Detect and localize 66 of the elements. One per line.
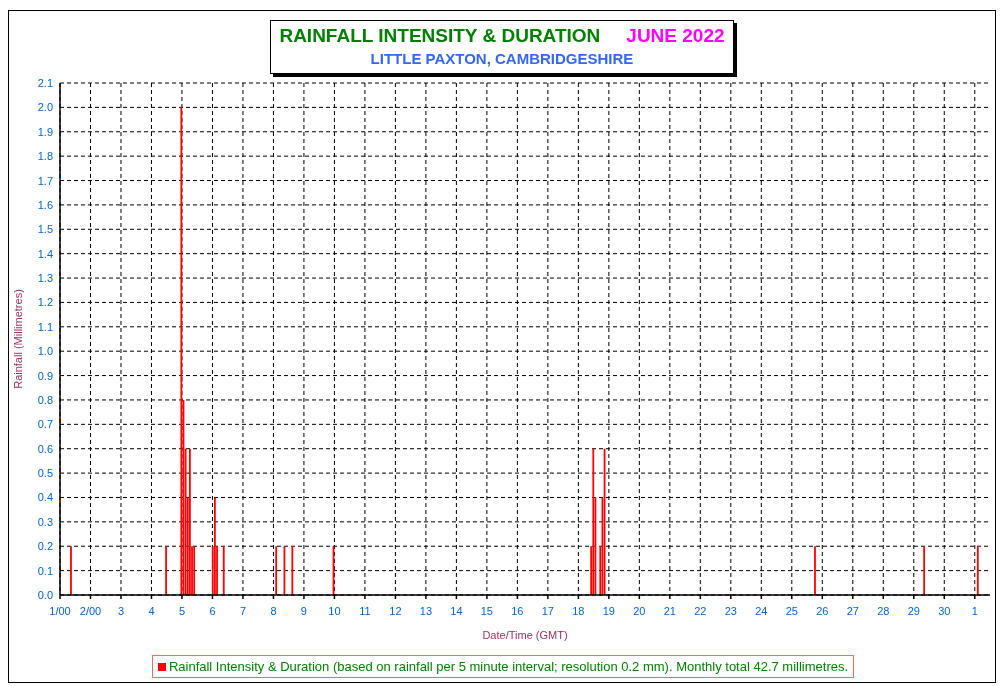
rainfall-bar bbox=[222, 546, 225, 595]
x-tick-label: 2/00 bbox=[79, 605, 102, 617]
x-tick-label: 19 bbox=[602, 605, 615, 617]
x-tick-label: 17 bbox=[541, 605, 554, 617]
y-tick-label: 2.0 bbox=[37, 101, 53, 114]
y-tick-label: 1.4 bbox=[37, 247, 53, 260]
x-tick-label: 18 bbox=[572, 605, 585, 617]
x-axis-title: Date/Time (GMT) bbox=[482, 629, 568, 641]
x-tick-label: 11 bbox=[359, 605, 371, 617]
y-tick-label: 1.8 bbox=[37, 150, 53, 163]
x-tick-label: 23 bbox=[724, 605, 737, 617]
rainfall-bar bbox=[291, 546, 294, 595]
x-tick-label: 25 bbox=[785, 605, 798, 617]
y-tick-label: 1.3 bbox=[37, 272, 53, 285]
y-tick-label: 0.6 bbox=[37, 442, 53, 455]
y-tick-label: 1.6 bbox=[37, 198, 53, 211]
x-tick-label: 1/00 bbox=[49, 605, 71, 617]
x-tick-label: 6 bbox=[209, 605, 216, 617]
y-tick-label: 0.0 bbox=[37, 589, 53, 601]
rainfall-bar bbox=[283, 546, 286, 595]
y-tick-label: 0.2 bbox=[37, 540, 53, 553]
y-tick-label: 0.4 bbox=[37, 491, 53, 504]
y-tick-label: 0.3 bbox=[37, 515, 53, 528]
x-tick-label: 5 bbox=[178, 605, 186, 617]
y-tick-label: 0.8 bbox=[37, 393, 53, 406]
y-axis-title: Rainfall (Millimetres) bbox=[12, 289, 24, 389]
y-tick-label: 0.7 bbox=[37, 418, 53, 431]
x-tick-label: 7 bbox=[239, 605, 246, 617]
x-tick-label: 20 bbox=[633, 605, 646, 617]
x-tick-label: 16 bbox=[511, 605, 524, 617]
y-tick-label: 1.2 bbox=[37, 296, 53, 309]
y-tick-label: 1.9 bbox=[37, 125, 53, 138]
chart-period: JUNE 2022 bbox=[626, 25, 725, 47]
y-tick-label: 0.5 bbox=[37, 467, 53, 480]
rainfall-bar bbox=[976, 546, 979, 595]
legend-text: Rainfall Intensity & Duration (based on rainfall per 5 minute interval; resolution 0.2 mm). Monthly total 42.7 millimetres. bbox=[168, 659, 849, 674]
y-tick-label: 1.5 bbox=[37, 223, 53, 236]
y-tick-label: 0.9 bbox=[37, 369, 53, 382]
x-tick-label: 13 bbox=[419, 605, 433, 617]
x-tick-label: 15 bbox=[480, 605, 493, 617]
chart-subtitle: LITTLE PAXTON, CAMBRIDGESHIRE bbox=[370, 50, 634, 67]
y-tick-label: 0.1 bbox=[37, 564, 53, 577]
rainfall-bar bbox=[275, 546, 278, 595]
x-tick-label: 14 bbox=[450, 605, 463, 617]
x-tick-label: 3 bbox=[117, 605, 125, 617]
x-tick-label: 28 bbox=[877, 605, 890, 617]
x-tick-label: 29 bbox=[907, 605, 920, 617]
y-tick-label: 1.0 bbox=[37, 345, 53, 358]
x-tick-label: 27 bbox=[846, 605, 859, 617]
y-tick-label: 2.1 bbox=[37, 77, 53, 89]
x-tick-label: 1 bbox=[971, 605, 978, 617]
chart-title: RAINFALL INTENSITY & DURATION bbox=[279, 25, 601, 47]
rainfall-bar bbox=[332, 546, 335, 595]
x-tick-label: 21 bbox=[663, 605, 676, 617]
x-tick-label: 22 bbox=[694, 605, 707, 617]
rainfall-bar bbox=[923, 546, 926, 595]
x-tick-label: 12 bbox=[389, 605, 402, 617]
x-tick-label: 8 bbox=[270, 605, 277, 617]
x-tick-label: 9 bbox=[300, 605, 307, 617]
x-tick-label: 30 bbox=[938, 605, 951, 617]
x-tick-label: 26 bbox=[816, 605, 829, 617]
y-tick-label: 1.7 bbox=[37, 174, 53, 187]
x-tick-label: 24 bbox=[755, 605, 768, 617]
x-tick-label: 10 bbox=[328, 605, 341, 617]
y-tick-label: 1.1 bbox=[37, 320, 53, 333]
x-tick-label: 4 bbox=[148, 605, 155, 617]
